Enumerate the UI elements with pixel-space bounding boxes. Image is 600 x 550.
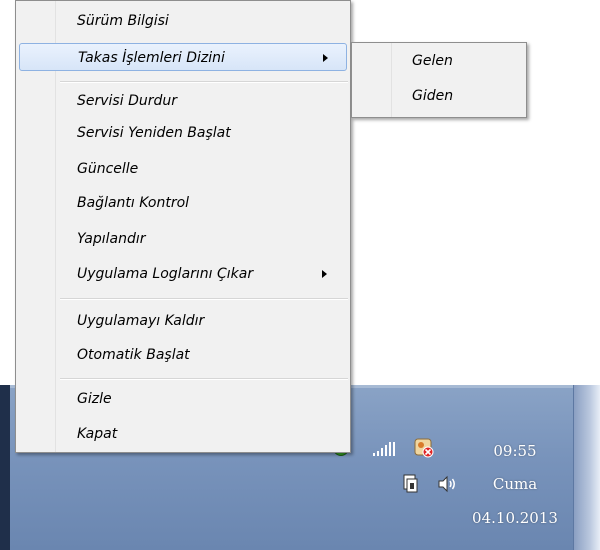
menu-item-configure[interactable]: Yapılandır (19, 225, 347, 253)
submenu-item-outgoing[interactable]: Giden (355, 83, 523, 109)
menu-item-label: Bağlantı Kontrol (77, 195, 190, 211)
show-desktop-button[interactable] (573, 385, 600, 550)
error-badge-icon[interactable] (414, 438, 434, 458)
menu-item-autostart[interactable]: Otomatik Başlat (19, 341, 347, 369)
menu-item-stop-service[interactable]: Servisi Durdur (19, 87, 347, 115)
menu-item-restart-service[interactable]: Servisi Yeniden Başlat (19, 119, 347, 147)
menu-item-label: Otomatik Başlat (77, 347, 190, 363)
network-icon[interactable] (402, 473, 420, 495)
menu-item-uninstall[interactable]: Uygulamayı Kaldır (19, 307, 347, 335)
submenu-arrow-icon (322, 270, 327, 278)
menu-item-label: Gizle (77, 391, 112, 407)
exchange-directory-submenu: Gelen Giden (351, 42, 527, 118)
menu-item-exchange-directory[interactable]: Takas İşlemleri Dizini (19, 43, 347, 71)
taskbar-edge (0, 385, 10, 550)
menu-item-label: Güncelle (77, 161, 139, 177)
menu-item-version-info[interactable]: Sürüm Bilgisi (19, 7, 347, 35)
submenu-item-label: Gelen (412, 53, 453, 69)
menu-item-label: Servisi Durdur (77, 93, 177, 109)
volume-icon[interactable] (436, 473, 458, 495)
menu-separator (60, 378, 348, 380)
menu-item-close[interactable]: Kapat (19, 420, 347, 448)
menu-item-label: Yapılandır (77, 231, 146, 247)
menu-item-label: Takas İşlemleri Dizini (78, 50, 225, 66)
menu-item-label: Uygulamayı Kaldır (77, 313, 205, 329)
menu-separator (60, 298, 348, 300)
clock-time[interactable]: 09:55 (460, 442, 570, 460)
menu-item-label: Uygulama Loglarını Çıkar (77, 266, 254, 282)
menu-item-label: Servisi Yeniden Başlat (77, 125, 231, 141)
menu-item-label: Kapat (77, 426, 118, 442)
menu-item-export-logs[interactable]: Uygulama Loglarını Çıkar (19, 260, 347, 288)
menu-item-label: Sürüm Bilgisi (77, 13, 169, 29)
clock-day[interactable]: Cuma (460, 475, 570, 493)
context-menu: Sürüm Bilgisi Takas İşlemleri Dizini Ser… (15, 0, 351, 453)
menu-item-update[interactable]: Güncelle (19, 155, 347, 183)
menu-separator (60, 81, 348, 83)
menu-item-connection-check[interactable]: Bağlantı Kontrol (19, 189, 347, 217)
submenu-arrow-icon (323, 54, 328, 62)
signal-bars-icon[interactable] (371, 440, 401, 458)
clock-date[interactable]: 04.10.2013 (460, 509, 570, 527)
submenu-item-incoming[interactable]: Gelen (355, 48, 523, 74)
submenu-item-label: Giden (412, 88, 454, 104)
menu-item-hide[interactable]: Gizle (19, 385, 347, 413)
